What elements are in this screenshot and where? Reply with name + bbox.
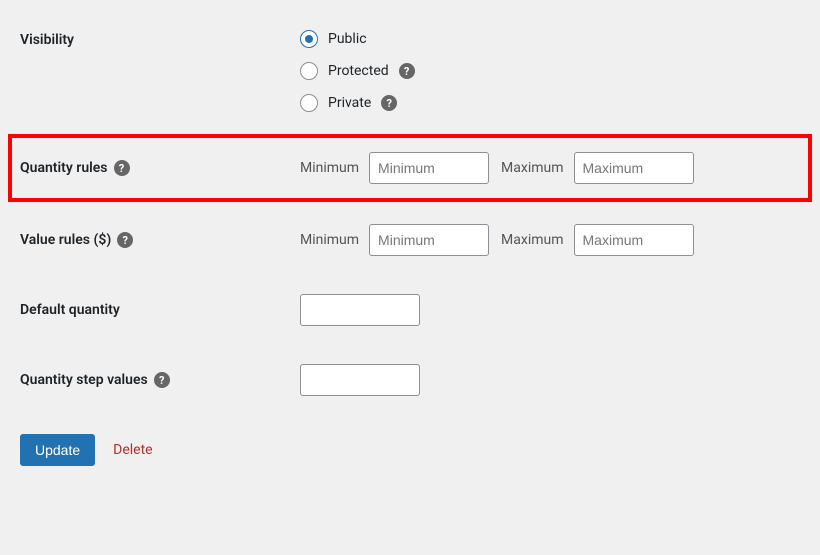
value-min-input[interactable] bbox=[369, 224, 489, 256]
value-max-label: Maximum bbox=[501, 232, 563, 248]
quantity-rules-label: Quantity rules ? bbox=[20, 160, 300, 176]
visibility-radio-group: Public Protected ? Private ? bbox=[300, 30, 415, 112]
value-max-input[interactable] bbox=[574, 224, 694, 256]
radio-label: Private bbox=[328, 95, 371, 111]
update-button[interactable]: Update bbox=[20, 434, 95, 466]
quantity-step-input[interactable] bbox=[300, 364, 420, 396]
quantity-max-input[interactable] bbox=[574, 152, 694, 184]
visibility-option-protected[interactable]: Protected ? bbox=[300, 62, 415, 80]
radio-icon[interactable] bbox=[300, 30, 318, 48]
help-icon[interactable]: ? bbox=[154, 372, 170, 388]
help-icon[interactable]: ? bbox=[399, 63, 415, 79]
help-icon[interactable]: ? bbox=[117, 232, 133, 248]
visibility-label: Visibility bbox=[20, 30, 300, 48]
quantity-min-input[interactable] bbox=[369, 152, 489, 184]
default-quantity-label: Default quantity bbox=[20, 302, 300, 318]
visibility-option-private[interactable]: Private ? bbox=[300, 94, 415, 112]
help-icon[interactable]: ? bbox=[114, 160, 130, 176]
quantity-max-label: Maximum bbox=[501, 160, 563, 176]
value-rules-label: Value rules ($) ? bbox=[20, 232, 300, 248]
radio-label: Public bbox=[328, 31, 367, 47]
quantity-rules-highlight: Quantity rules ? Minimum Maximum bbox=[8, 134, 812, 202]
visibility-option-public[interactable]: Public bbox=[300, 30, 415, 48]
default-quantity-input[interactable] bbox=[300, 294, 420, 326]
radio-icon[interactable] bbox=[300, 62, 318, 80]
radio-icon[interactable] bbox=[300, 94, 318, 112]
value-min-label: Minimum bbox=[300, 232, 359, 248]
help-icon[interactable]: ? bbox=[381, 95, 397, 111]
quantity-step-label: Quantity step values ? bbox=[20, 372, 300, 388]
radio-label: Protected bbox=[328, 63, 389, 79]
delete-link[interactable]: Delete bbox=[113, 442, 152, 458]
quantity-min-label: Minimum bbox=[300, 160, 359, 176]
